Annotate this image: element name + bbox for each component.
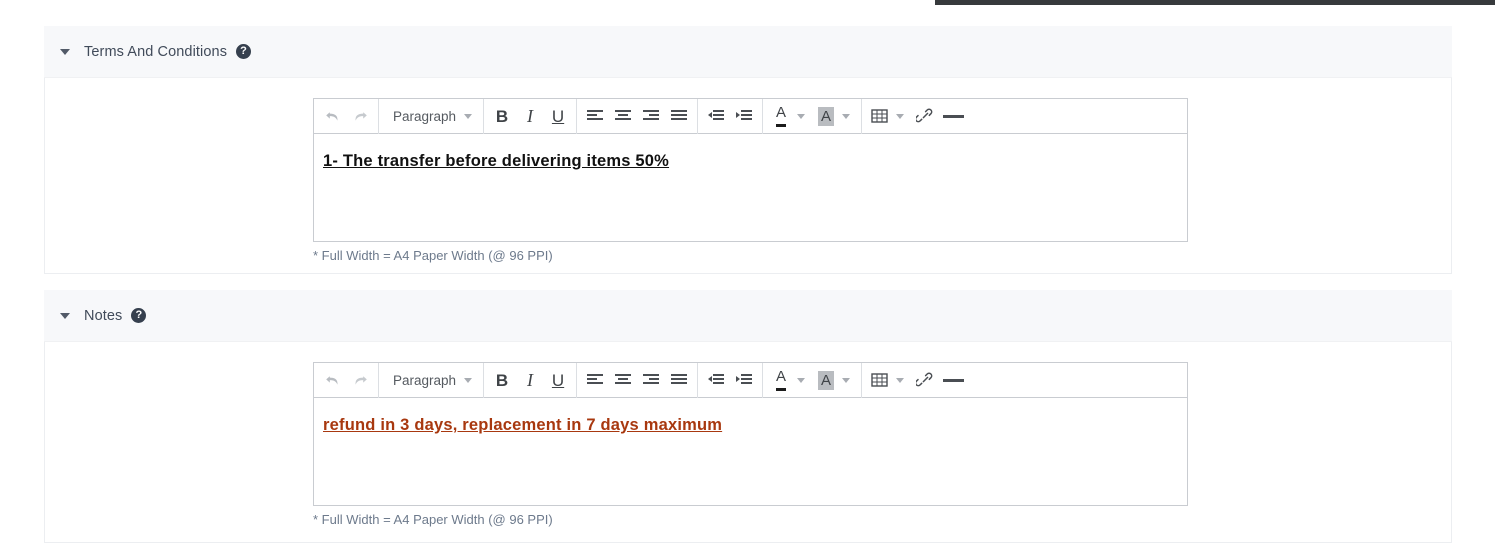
align-right-button[interactable] xyxy=(637,101,665,131)
chevron-down-icon[interactable] xyxy=(797,113,806,119)
toolbar-group-insert xyxy=(862,363,972,398)
editor-width-note: * Full Width = A4 Paper Width (@ 96 PPI) xyxy=(313,248,553,263)
toolbar-group-insert xyxy=(862,99,972,134)
text-color-label: A xyxy=(776,369,787,391)
align-left-button[interactable] xyxy=(581,101,609,131)
chevron-down-icon[interactable] xyxy=(842,377,851,383)
section-title: Notes xyxy=(84,307,123,324)
table-button[interactable] xyxy=(866,101,894,131)
horizontal-rule-icon xyxy=(943,114,965,118)
editor-width-note: * Full Width = A4 Paper Width (@ 96 PPI) xyxy=(313,512,553,527)
paragraph-style-label[interactable]: Paragraph xyxy=(383,373,462,388)
italic-button[interactable]: I xyxy=(516,101,544,131)
section-title: Terms And Conditions xyxy=(84,43,228,60)
undo-button[interactable] xyxy=(318,101,346,131)
align-center-button[interactable] xyxy=(609,101,637,131)
section-notes: Notes ? Paragraph B I U A A refund in 3 … xyxy=(44,290,1452,543)
align-center-button[interactable] xyxy=(609,365,637,395)
page-root: Terms And Conditions ? Paragraph B I U A… xyxy=(0,0,1495,543)
bold-label: B xyxy=(495,106,509,126)
text-color-button[interactable]: A xyxy=(767,101,795,131)
chevron-down-icon[interactable] xyxy=(896,113,905,119)
table-button[interactable] xyxy=(866,365,894,395)
italic-button[interactable]: I xyxy=(516,365,544,395)
highlight-color-label: A xyxy=(818,106,835,126)
toolbar-group-format: B I U xyxy=(484,98,578,134)
question-circle-icon[interactable]: ? xyxy=(131,308,147,323)
chevron-down-icon[interactable] xyxy=(60,312,70,319)
section-body-notes: Paragraph B I U A A refund in 3 days, re… xyxy=(44,342,1452,543)
rich-text-editor-terms: Paragraph B I U A A 1- The transfer befo… xyxy=(313,98,1188,263)
top-dark-strip xyxy=(935,0,1495,5)
chevron-down-icon[interactable] xyxy=(797,377,806,383)
link-button[interactable] xyxy=(911,365,939,395)
toolbar-group-history xyxy=(314,98,379,134)
horizontal-rule-icon xyxy=(943,378,965,382)
underline-button[interactable]: U xyxy=(544,101,572,131)
section-terms-and-conditions: Terms And Conditions ? Paragraph B I U A… xyxy=(44,26,1452,274)
bold-button[interactable]: B xyxy=(488,101,516,131)
underline-button[interactable]: U xyxy=(544,365,572,395)
redo-button[interactable] xyxy=(346,365,374,395)
bold-label: B xyxy=(495,370,509,390)
outdent-button[interactable] xyxy=(702,365,730,395)
chevron-down-icon[interactable] xyxy=(60,48,70,55)
italic-label: I xyxy=(527,106,534,126)
align-left-button[interactable] xyxy=(581,365,609,395)
toolbar-group-color: A A xyxy=(763,362,863,398)
highlight-color-button[interactable]: A xyxy=(812,365,840,395)
outdent-button[interactable] xyxy=(702,101,730,131)
toolbar-group-indent xyxy=(698,362,764,398)
underline-label: U xyxy=(551,106,565,126)
chevron-down-icon[interactable] xyxy=(896,377,905,383)
editor-content-area[interactable]: 1- The transfer before delivering items … xyxy=(314,134,1187,241)
editor-paragraph: 1- The transfer before delivering items … xyxy=(323,152,670,170)
editor-toolbar: Paragraph B I U A A xyxy=(314,362,1187,398)
toolbar-group-history xyxy=(314,362,379,398)
section-body-terms-and-conditions: Paragraph B I U A A 1- The transfer befo… xyxy=(44,78,1452,274)
field-row-notes: Paragraph B I U A A refund in 3 days, re… xyxy=(45,342,1451,527)
bold-button[interactable]: B xyxy=(488,365,516,395)
toolbar-group-style: Paragraph xyxy=(379,362,485,398)
toolbar-group-align xyxy=(577,362,699,398)
toolbar-group-style: Paragraph xyxy=(379,98,485,134)
toolbar-group-indent xyxy=(698,98,764,134)
highlight-color-label: A xyxy=(818,370,835,390)
align-justify-button[interactable] xyxy=(665,101,693,131)
toolbar-group-align xyxy=(577,98,699,134)
redo-button[interactable] xyxy=(346,101,374,131)
section-header-notes[interactable]: Notes ? xyxy=(44,290,1452,342)
field-row-terms: Paragraph B I U A A 1- The transfer befo… xyxy=(45,78,1451,263)
chevron-down-icon[interactable] xyxy=(464,377,473,383)
underline-label: U xyxy=(551,370,565,390)
indent-button[interactable] xyxy=(730,101,758,131)
italic-label: I xyxy=(527,370,534,390)
indent-button[interactable] xyxy=(730,365,758,395)
text-color-label: A xyxy=(776,105,787,127)
highlight-color-button[interactable]: A xyxy=(812,101,840,131)
undo-button[interactable] xyxy=(318,365,346,395)
editor-toolbar: Paragraph B I U A A xyxy=(314,98,1187,134)
link-button[interactable] xyxy=(911,101,939,131)
chevron-down-icon[interactable] xyxy=(842,113,851,119)
horizontal-rule-button[interactable] xyxy=(939,101,968,131)
section-header-terms-and-conditions[interactable]: Terms And Conditions ? xyxy=(44,26,1452,78)
align-justify-button[interactable] xyxy=(665,365,693,395)
text-color-button[interactable]: A xyxy=(767,365,795,395)
horizontal-rule-button[interactable] xyxy=(939,365,968,395)
paragraph-style-label[interactable]: Paragraph xyxy=(383,109,462,124)
rich-text-editor-notes: Paragraph B I U A A refund in 3 days, re… xyxy=(313,362,1188,527)
chevron-down-icon[interactable] xyxy=(464,113,473,119)
editor-box: Paragraph B I U xyxy=(313,362,1188,506)
editor-paragraph: refund in 3 days, replacement in 7 days … xyxy=(323,416,723,434)
toolbar-group-format: B I U xyxy=(484,362,578,398)
question-circle-icon[interactable]: ? xyxy=(236,44,252,59)
editor-content-area[interactable]: refund in 3 days, replacement in 7 days … xyxy=(314,398,1187,505)
editor-box: Paragraph B I U xyxy=(313,98,1188,242)
toolbar-group-color: A A xyxy=(763,98,863,134)
align-right-button[interactable] xyxy=(637,365,665,395)
